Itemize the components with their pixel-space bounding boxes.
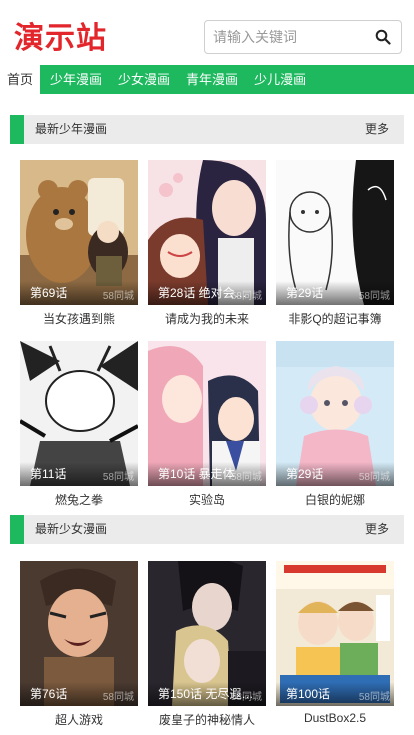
comic-title: 白银的妮娜	[304, 493, 365, 507]
search-icon	[375, 29, 391, 45]
site-logo[interactable]: 演示站	[14, 13, 107, 57]
section-title: 最新少女漫画	[35, 522, 108, 536]
nav-item-home[interactable]: 首页	[0, 65, 41, 94]
comic-card[interactable]: 第10话 暴走体 58同城 实验岛	[148, 341, 266, 508]
comic-title: 请成为我的未来	[164, 312, 249, 326]
comic-card[interactable]: 第76话 58同城 超人游戏	[20, 561, 138, 728]
comic-title: 超人游戏	[54, 713, 103, 727]
section-header-shonen: 最新少年漫画 更多	[10, 115, 404, 144]
search-input[interactable]	[205, 21, 365, 53]
comic-cover: 第29话 58同城	[276, 341, 394, 486]
section-accent-bar	[10, 115, 24, 144]
section-header-shojo: 最新少女漫画 更多	[10, 515, 404, 544]
comic-cover: 第11话 58同城	[20, 341, 138, 486]
nav-item-shojo[interactable]: 少女漫画	[110, 65, 178, 94]
watermark: 58同城	[102, 291, 134, 302]
comic-cover: 第76话 58同城	[20, 561, 138, 706]
comic-title: 废皇子的神秘情人	[158, 713, 255, 727]
watermark: 58同城	[358, 692, 390, 703]
comic-card[interactable]: 第29话 58同城 白银的妮娜	[276, 341, 394, 508]
more-link[interactable]: 更多	[365, 115, 389, 144]
nav-item-kids[interactable]: 少儿漫画	[246, 65, 314, 94]
comic-cover: 第150话 无尽遐… 58同城	[148, 561, 266, 706]
comic-card[interactable]: 第11话 58同城 燃兔之拳	[20, 341, 138, 508]
comic-cover: 第10话 暴走体 58同城	[148, 341, 266, 486]
watermark: 58同城	[358, 472, 390, 483]
comic-title: 燃兔之拳	[54, 493, 103, 507]
watermark: 58同城	[102, 472, 134, 483]
section-accent-bar	[10, 515, 24, 544]
more-link[interactable]: 更多	[365, 515, 389, 544]
comic-title: 非影Q的超记事簿	[288, 312, 382, 326]
comic-cover: 第28话 绝对会… 58同城	[148, 160, 266, 305]
header: 演示站	[0, 0, 414, 64]
nav-item-shonen[interactable]: 少年漫画	[42, 65, 110, 94]
search-box	[204, 20, 402, 54]
comic-cover: 第69话 58同城	[20, 160, 138, 305]
watermark: 58同城	[358, 291, 390, 302]
comic-cover: 第100话 58同城	[276, 561, 394, 706]
category-nav: 首页 少年漫画 少女漫画 青年漫画 少儿漫画	[0, 65, 414, 94]
section-title: 最新少年漫画	[35, 122, 108, 136]
comic-card[interactable]: 第150话 无尽遐… 58同城 废皇子的神秘情人	[148, 561, 266, 728]
nav-item-seinen[interactable]: 青年漫画	[178, 65, 246, 94]
search-button[interactable]	[371, 25, 395, 49]
comic-card[interactable]: 第28话 绝对会… 58同城 请成为我的未来	[148, 160, 266, 327]
watermark: 58同城	[230, 291, 262, 302]
comic-title: 当女孩遇到熊	[42, 312, 115, 326]
comic-cover: 第29话 58同城	[276, 160, 394, 305]
watermark: 58同城	[102, 692, 134, 703]
comic-card[interactable]: 第29话 58同城 非影Q的超记事簿	[276, 160, 394, 327]
watermark: 58同城	[230, 472, 262, 483]
watermark: 58同城	[230, 692, 262, 703]
comic-title: DustBox2.5	[303, 711, 367, 725]
comic-title: 实验岛	[188, 493, 225, 507]
comic-card[interactable]: 第69话 58同城 当女孩遇到熊	[20, 160, 138, 327]
comic-card[interactable]: 第100话 58同城 DustBox2.5	[276, 561, 394, 725]
